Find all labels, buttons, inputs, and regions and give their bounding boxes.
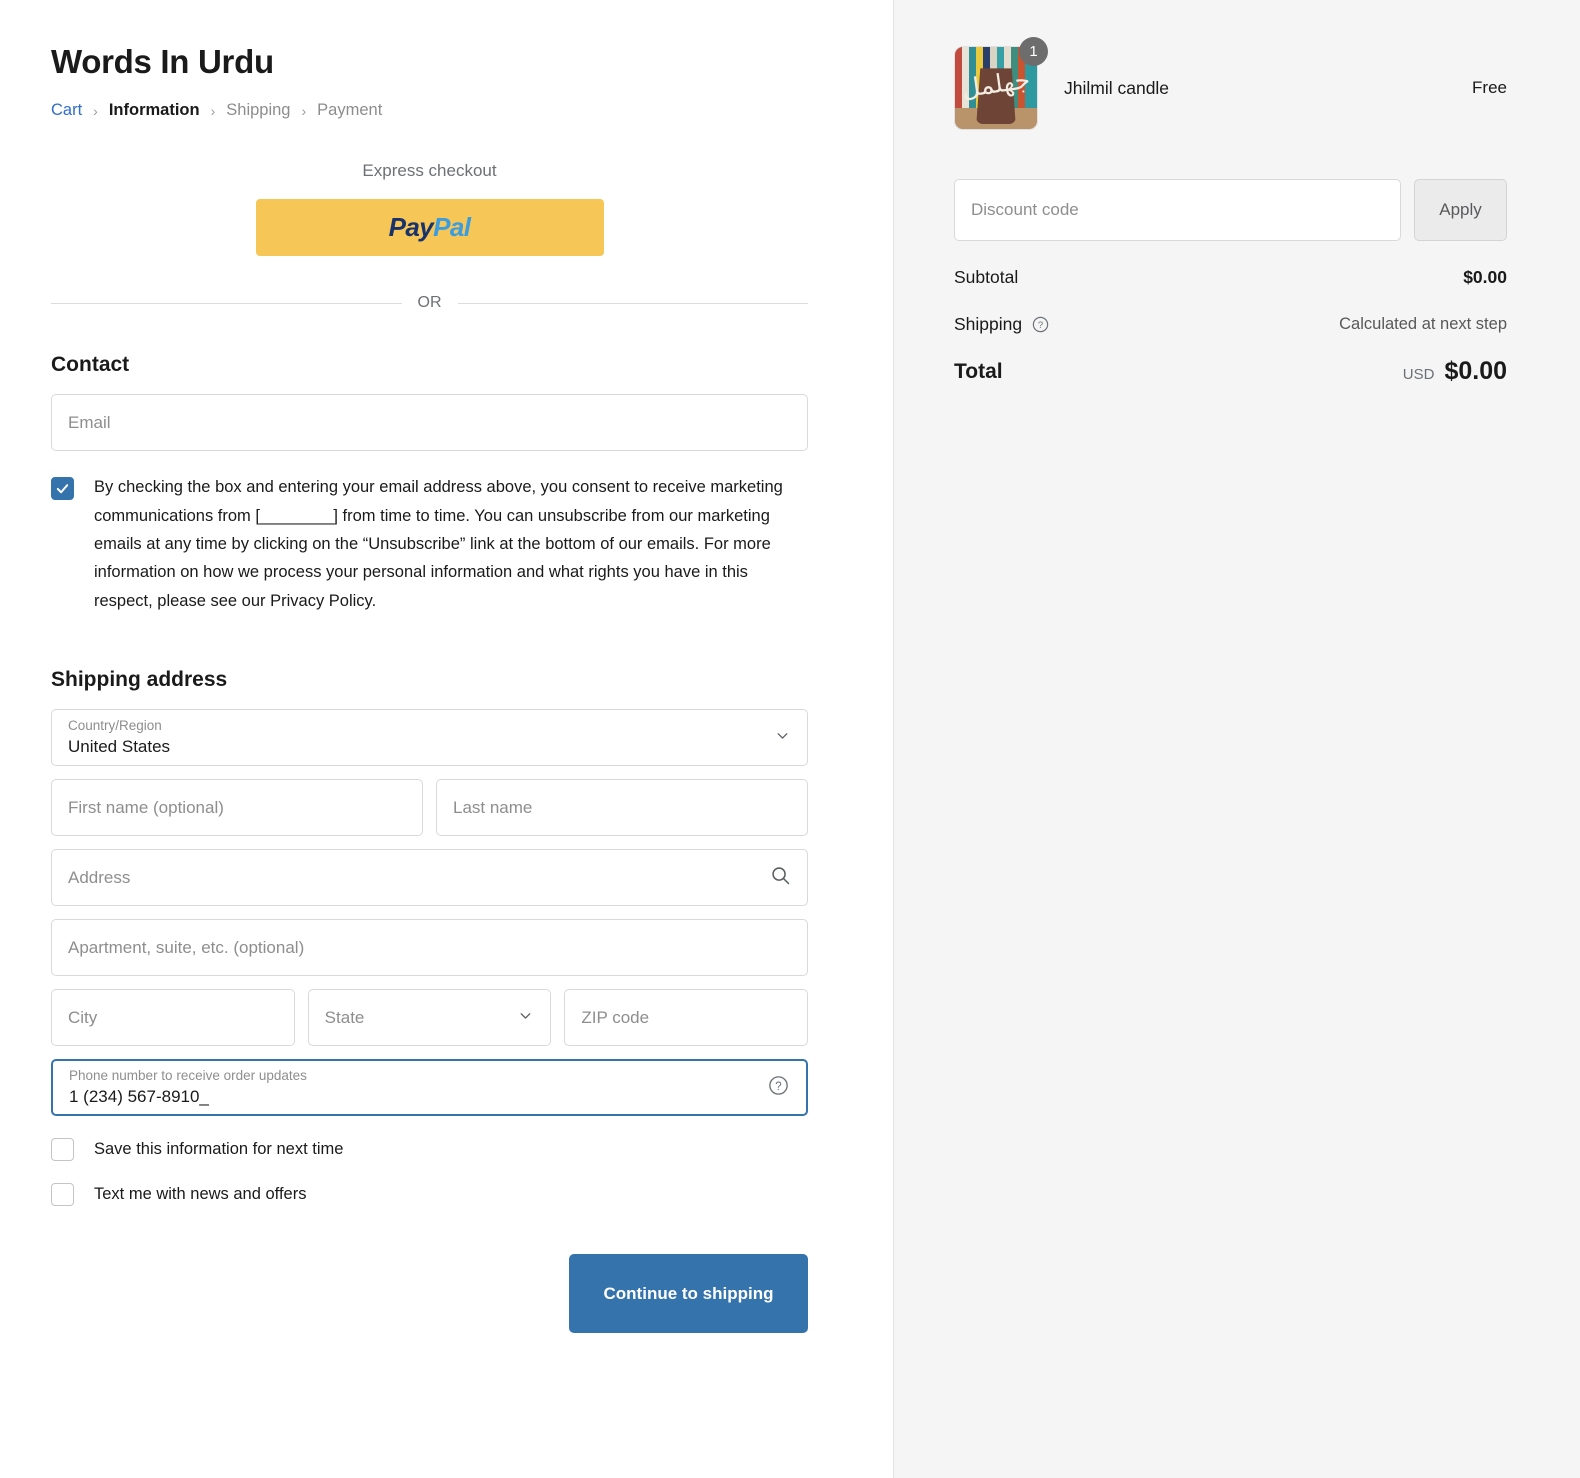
phone-number-value: 1 (234) 567-8910_ — [69, 1086, 209, 1108]
text-offers-checkbox[interactable] — [51, 1183, 74, 1206]
divider-line-right — [458, 303, 809, 304]
text-offers-row[interactable]: Text me with news and offers — [51, 1183, 808, 1206]
subtotal-label: Subtotal — [954, 267, 1018, 288]
shipping-address-section-title: Shipping address — [51, 668, 808, 692]
product-price: Free — [1472, 78, 1507, 98]
total-label: Total — [954, 360, 1003, 384]
paypal-button[interactable]: PayPal — [256, 199, 604, 256]
divider-line-left — [51, 303, 402, 304]
city-placeholder: City — [68, 1008, 97, 1028]
city-field[interactable]: City — [51, 989, 295, 1046]
save-info-checkbox[interactable] — [51, 1138, 74, 1161]
phone-row: Phone number to receive order updates 1 … — [51, 1059, 808, 1116]
save-info-label: Save this information for next time — [94, 1140, 343, 1159]
breadcrumb-item-cart[interactable]: Cart — [51, 101, 82, 120]
svg-text:?: ? — [1038, 320, 1043, 331]
city-state-zip-row: City State ZIP code — [51, 989, 808, 1046]
paypal-logo-pal: Pal — [433, 212, 470, 242]
discount-row: Discount code Apply — [954, 179, 1507, 241]
country-region-label: Country/Region — [68, 718, 162, 734]
form-actions: Continue to shipping — [51, 1254, 808, 1333]
paypal-logo-pay: Pay — [389, 212, 433, 242]
breadcrumb-separator-icon: › — [93, 103, 98, 119]
name-row: First name (optional) Last name — [51, 779, 808, 836]
last-name-placeholder: Last name — [453, 798, 532, 818]
last-name-field[interactable]: Last name — [436, 779, 808, 836]
save-info-row[interactable]: Save this information for next time — [51, 1138, 808, 1161]
chevron-down-icon — [517, 1007, 534, 1029]
shipping-label: Shipping — [954, 314, 1022, 335]
address-field[interactable]: Address — [51, 849, 808, 906]
first-name-placeholder: First name (optional) — [68, 798, 224, 818]
marketing-consent-text: By checking the box and entering your em… — [94, 473, 808, 615]
chevron-down-icon — [774, 727, 791, 749]
marketing-consent-checkbox[interactable] — [51, 477, 74, 500]
apartment-placeholder: Apartment, suite, etc. (optional) — [68, 938, 304, 958]
breadcrumb-separator-icon: › — [211, 103, 216, 119]
check-icon — [55, 481, 70, 496]
zip-code-placeholder: ZIP code — [581, 1008, 649, 1028]
breadcrumb-item-payment[interactable]: Payment — [317, 101, 382, 120]
apartment-field[interactable]: Apartment, suite, etc. (optional) — [51, 919, 808, 976]
first-name-field[interactable]: First name (optional) — [51, 779, 423, 836]
shipping-value: Calculated at next step — [1339, 315, 1507, 334]
phone-number-field[interactable]: Phone number to receive order updates 1 … — [51, 1059, 808, 1116]
state-select[interactable]: State — [308, 989, 552, 1046]
product-name: Jhilmil candle — [1064, 78, 1472, 99]
checkout-page: Words In Urdu Cart › Information › Shipp… — [0, 0, 1580, 1478]
or-label: OR — [418, 294, 442, 312]
breadcrumb: Cart › Information › Shipping › Payment — [51, 101, 808, 120]
country-region-select[interactable]: Country/Region United States — [51, 709, 808, 766]
subtotal-value: $0.00 — [1463, 267, 1507, 288]
order-line-item: جھلمل 1 Jhilmil candle Free — [954, 46, 1507, 130]
discount-code-placeholder: Discount code — [971, 200, 1079, 220]
page-title: Words In Urdu — [51, 44, 808, 80]
email-placeholder: Email — [68, 413, 111, 433]
email-field[interactable]: Email — [51, 394, 808, 451]
breadcrumb-item-shipping[interactable]: Shipping — [226, 101, 290, 120]
address-placeholder: Address — [68, 868, 130, 888]
marketing-consent-row[interactable]: By checking the box and entering your em… — [51, 473, 808, 615]
text-offers-label: Text me with news and offers — [94, 1185, 306, 1204]
discount-code-input[interactable]: Discount code — [954, 179, 1401, 241]
quantity-badge: 1 — [1019, 37, 1048, 66]
svg-text:?: ? — [775, 1081, 781, 1093]
shipping-help-icon[interactable]: ? — [1031, 315, 1050, 334]
zip-code-field[interactable]: ZIP code — [564, 989, 808, 1046]
breadcrumb-item-information[interactable]: Information — [109, 101, 200, 120]
shipping-row: Shipping ? Calculated at next step — [954, 314, 1507, 335]
apply-discount-button[interactable]: Apply — [1414, 179, 1507, 241]
continue-to-shipping-button[interactable]: Continue to shipping — [569, 1254, 808, 1333]
country-region-value: United States — [68, 736, 170, 758]
order-summary-column: جھلمل 1 Jhilmil candle Free Discount cod… — [893, 0, 1580, 1478]
total-amount-group: USD $0.00 — [1403, 357, 1507, 386]
currency-label: USD — [1403, 366, 1435, 383]
state-placeholder: State — [325, 1008, 365, 1028]
checkout-form-column: Words In Urdu Cart › Information › Shipp… — [0, 0, 893, 1478]
help-icon[interactable]: ? — [767, 1074, 790, 1102]
subtotal-row: Subtotal $0.00 — [954, 267, 1507, 288]
phone-number-label: Phone number to receive order updates — [69, 1068, 307, 1084]
search-icon[interactable] — [770, 865, 791, 891]
breadcrumb-separator-icon: › — [302, 103, 307, 119]
paypal-logo: PayPal — [389, 212, 471, 243]
total-row: Total USD $0.00 — [954, 357, 1507, 386]
total-value: $0.00 — [1444, 357, 1507, 386]
or-divider: OR — [51, 294, 808, 312]
product-thumbnail-wrap: جھلمل 1 — [954, 46, 1038, 130]
contact-section-title: Contact — [51, 353, 808, 377]
apartment-row: Apartment, suite, etc. (optional) — [51, 919, 808, 976]
address-row: Address — [51, 849, 808, 906]
express-checkout-label: Express checkout — [51, 161, 808, 181]
